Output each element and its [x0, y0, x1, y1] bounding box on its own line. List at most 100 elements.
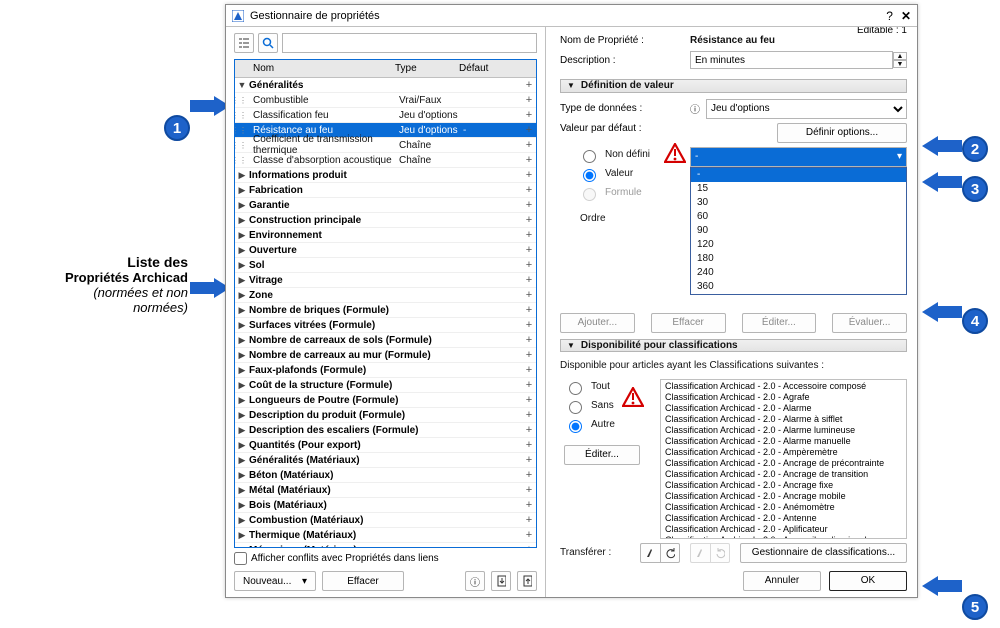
- default-label: Valeur par défaut :: [560, 123, 690, 134]
- ok-button[interactable]: OK: [829, 571, 907, 591]
- anno-label-4: normées): [0, 300, 188, 315]
- tree-group[interactable]: ▶Description du produit (Formule)+: [235, 408, 536, 423]
- tree-group[interactable]: ▶Métal (Matériaux)+: [235, 483, 536, 498]
- transfer-apply-pair: [690, 543, 730, 563]
- properties-tree[interactable]: Nom Type Défaut ▼Généralités+⋮⋮Combustib…: [234, 59, 537, 548]
- close-icon[interactable]: ✕: [901, 9, 911, 23]
- tree-group[interactable]: ▶Sol+: [235, 258, 536, 273]
- dropdown-option[interactable]: 15: [691, 182, 906, 196]
- edit-button[interactable]: Éditer...: [742, 313, 817, 333]
- help-icon[interactable]: ?: [886, 9, 893, 23]
- tree-group[interactable]: ▶Nombre de briques (Formule)+: [235, 303, 536, 318]
- dropdown-option[interactable]: 30: [691, 196, 906, 210]
- import-icon[interactable]: [491, 571, 511, 591]
- dropdown-option[interactable]: 60: [691, 210, 906, 224]
- dropdown-option[interactable]: 90: [691, 224, 906, 238]
- classification-item[interactable]: Classification Archicad - 2.0 - Alarme: [665, 403, 902, 414]
- tree-property[interactable]: ⋮⋮Classification feuJeu d'options+: [235, 108, 536, 123]
- description-spinner[interactable]: ▲▼: [893, 52, 907, 68]
- tree-group[interactable]: ▶Description des escaliers (Formule)+: [235, 423, 536, 438]
- define-options-button[interactable]: Définir options...: [777, 123, 907, 143]
- classification-item[interactable]: Classification Archicad - 2.0 - Alarme l…: [665, 425, 902, 436]
- tree-group[interactable]: ▶Garantie+: [235, 198, 536, 213]
- clear-button[interactable]: Effacer: [651, 313, 726, 333]
- tree-group[interactable]: ▶Longueurs de Poutre (Formule)+: [235, 393, 536, 408]
- pick-icon[interactable]: [640, 543, 660, 563]
- tree-group[interactable]: ▶Généralités (Matériaux)+: [235, 453, 536, 468]
- tree-group[interactable]: ▼Généralités+: [235, 78, 536, 93]
- tree-group[interactable]: ▶Ouverture+: [235, 243, 536, 258]
- undo-icon[interactable]: [660, 543, 680, 563]
- availability-text: Disponible pour articles ayant les Class…: [560, 360, 907, 371]
- cancel-button[interactable]: Annuler: [743, 571, 821, 591]
- classification-manager-button[interactable]: Gestionnaire de classifications...: [740, 543, 907, 563]
- tree-group[interactable]: ▶Nombre de carreaux de sols (Formule)+: [235, 333, 536, 348]
- dropdown-option[interactable]: -: [691, 168, 906, 182]
- tree-group[interactable]: ▶Surfaces vitrées (Formule)+: [235, 318, 536, 333]
- tree-group[interactable]: ▶Bois (Matériaux)+: [235, 498, 536, 513]
- classification-item[interactable]: Classification Archicad - 2.0 - Antenne: [665, 513, 902, 524]
- dropdown-option[interactable]: 360: [691, 280, 906, 294]
- tree-group[interactable]: ▶Quantités (Pour export)+: [235, 438, 536, 453]
- radio-other[interactable]: Autre: [564, 417, 650, 433]
- col-type[interactable]: Type: [395, 63, 459, 74]
- badge-2: 2: [962, 136, 988, 162]
- tree-group[interactable]: ▶Coût de la structure (Formule)+: [235, 378, 536, 393]
- tree-group[interactable]: ▶Mécanique (Matériaux)+: [235, 543, 536, 547]
- tree-group[interactable]: ▶Informations produit+: [235, 168, 536, 183]
- tree-group[interactable]: ▶Vitrage+: [235, 273, 536, 288]
- classification-item[interactable]: Classification Archicad - 2.0 - Alarme m…: [665, 436, 902, 447]
- tree-view-icon[interactable]: [234, 33, 254, 53]
- classification-item[interactable]: Classification Archicad - 2.0 - Ancrage …: [665, 469, 902, 480]
- info-icon[interactable]: ⓘ: [690, 101, 700, 116]
- search-input[interactable]: [282, 33, 537, 53]
- classification-item[interactable]: Classification Archicad - 2.0 - Ancrage …: [665, 458, 902, 469]
- value-dropdown[interactable]: -15306090120180240360: [690, 167, 907, 295]
- edit-classif-button[interactable]: Éditer...: [564, 445, 640, 465]
- description-input[interactable]: [690, 51, 893, 69]
- classification-item[interactable]: Classification Archicad - 2.0 - Agrafe: [665, 392, 902, 403]
- tree-property[interactable]: ⋮⋮CombustibleVrai/Faux+: [235, 93, 536, 108]
- tree-group[interactable]: ▶Environnement+: [235, 228, 536, 243]
- dropdown-option[interactable]: 240: [691, 266, 906, 280]
- export-icon[interactable]: [517, 571, 537, 591]
- col-name[interactable]: Nom: [235, 63, 395, 74]
- tree-property[interactable]: ⋮⋮Classe d'absorption acoustiqueChaîne+: [235, 153, 536, 168]
- tree-group[interactable]: ▶Zone+: [235, 288, 536, 303]
- tree-group[interactable]: ▶Fabrication+: [235, 183, 536, 198]
- info-icon[interactable]: ⓘ: [465, 571, 485, 591]
- delete-button[interactable]: Effacer: [322, 571, 404, 591]
- value-select[interactable]: -▾: [690, 147, 907, 167]
- tree-group[interactable]: ▶Nombre de carreaux au mur (Formule)+: [235, 348, 536, 363]
- tree-group[interactable]: ▶Combustion (Matériaux)+: [235, 513, 536, 528]
- tree-group[interactable]: ▶Thermique (Matériaux)+: [235, 528, 536, 543]
- show-conflicts-checkbox[interactable]: Afficher conflits avec Propriétés dans l…: [234, 552, 537, 565]
- dropdown-option[interactable]: 120: [691, 238, 906, 252]
- apply-icon[interactable]: [690, 543, 710, 563]
- tree-property[interactable]: ⋮⋮Coefficient de transmission thermiqueC…: [235, 138, 536, 153]
- classification-item[interactable]: Classification Archicad - 2.0 - Anémomèt…: [665, 502, 902, 513]
- tree-group[interactable]: ▶Béton (Matériaux)+: [235, 468, 536, 483]
- classification-list[interactable]: Classification Archicad - 2.0 - Accessoi…: [660, 379, 907, 539]
- classification-item[interactable]: Classification Archicad - 2.0 - Ancrage …: [665, 480, 902, 491]
- col-def[interactable]: Défaut: [459, 63, 522, 74]
- evaluate-button[interactable]: Évaluer...: [832, 313, 907, 333]
- section-value-definition[interactable]: ▼Définition de valeur: [560, 79, 907, 92]
- tree-group[interactable]: ▶Construction principale+: [235, 213, 536, 228]
- add-button[interactable]: Ajouter...: [560, 313, 635, 333]
- datatype-select[interactable]: Jeu d'options: [706, 99, 907, 119]
- search-icon[interactable]: [258, 33, 278, 53]
- redo-icon[interactable]: [710, 543, 730, 563]
- dropdown-option[interactable]: 180: [691, 252, 906, 266]
- warning-icon: [622, 387, 644, 407]
- radio-value[interactable]: Valeur: [578, 166, 690, 182]
- classification-item[interactable]: Classification Archicad - 2.0 - Appareil…: [665, 535, 902, 539]
- classification-item[interactable]: Classification Archicad - 2.0 - Ancrage …: [665, 491, 902, 502]
- classification-item[interactable]: Classification Archicad - 2.0 - Ampèremè…: [665, 447, 902, 458]
- tree-group[interactable]: ▶Faux-plafonds (Formule)+: [235, 363, 536, 378]
- classification-item[interactable]: Classification Archicad - 2.0 - Accessoi…: [665, 381, 902, 392]
- classification-item[interactable]: Classification Archicad - 2.0 - Alarme à…: [665, 414, 902, 425]
- classification-item[interactable]: Classification Archicad - 2.0 - Aplifica…: [665, 524, 902, 535]
- new-button[interactable]: Nouveau...▾: [234, 571, 316, 591]
- section-availability[interactable]: ▼Disponibilité pour classifications: [560, 339, 907, 352]
